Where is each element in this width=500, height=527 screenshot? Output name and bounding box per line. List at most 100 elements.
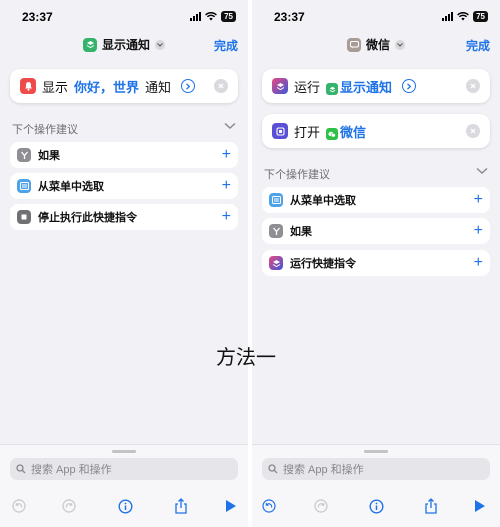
wechat-icon [326, 128, 339, 140]
chevron-down-icon [155, 39, 166, 50]
search-icon [16, 464, 26, 474]
search-placeholder: 搜索 App 和操作 [31, 464, 112, 476]
remove-action-icon[interactable] [466, 79, 480, 93]
add-icon[interactable]: + [474, 223, 483, 239]
chevron-down-icon[interactable] [476, 167, 488, 175]
if-icon [269, 224, 283, 238]
done-button[interactable]: 完成 [466, 37, 490, 54]
right-screenshot: 23:37 75 微信 完成 运行 显示通知 打开 微信 下个操作建议 从菜单中… [252, 0, 500, 527]
run-shortcut-action[interactable]: 运行 显示通知 [262, 69, 490, 103]
menu-icon [269, 193, 283, 207]
method-caption: 方法一 [216, 345, 276, 369]
add-icon[interactable]: + [474, 192, 483, 208]
expand-arrow-icon[interactable] [181, 79, 196, 93]
suggestion-label: 从菜单中选取 [38, 181, 104, 193]
notification-text-param[interactable]: 你好，世界 [74, 77, 139, 96]
nav-bar: 显示通知 完成 [0, 34, 248, 54]
nav-bar: 微信 完成 [252, 34, 500, 54]
stop-icon [17, 210, 31, 224]
action-search-sheet: 搜索 App 和操作 [252, 444, 500, 527]
left-screenshot: 23:37 75 显示通知 完成 显示 你好，世界 通知 下个操作建议 如果 +… [0, 0, 248, 527]
menu-icon [17, 179, 31, 193]
add-icon[interactable]: + [222, 178, 231, 194]
shortcut-param-label: 显示通知 [340, 79, 393, 95]
search-input[interactable]: 搜索 App 和操作 [262, 458, 490, 480]
action-search-sheet: 搜索 App 和操作 [0, 444, 248, 527]
redo-icon[interactable] [310, 495, 332, 517]
action-verb: 显示 [42, 79, 69, 95]
suggestion-stop-shortcut[interactable]: 停止执行此快捷指令 + [10, 204, 238, 230]
notification-app-icon [82, 37, 97, 52]
add-icon[interactable]: + [222, 147, 231, 163]
wechat-app-icon [346, 37, 361, 52]
info-icon[interactable] [365, 495, 387, 517]
open-app-icon [272, 123, 288, 139]
suggestion-label: 从菜单中选取 [290, 195, 356, 207]
notification-app-icon [326, 83, 339, 95]
remove-action-icon[interactable] [214, 79, 228, 93]
play-icon[interactable] [220, 495, 242, 517]
suggestions-header: 下个操作建议 [264, 166, 488, 182]
add-icon[interactable]: + [222, 209, 231, 225]
signal-icon [442, 12, 454, 21]
sheet-grabber[interactable] [364, 450, 388, 453]
sheet-grabber[interactable] [112, 450, 136, 453]
shortcuts-icon [269, 256, 283, 270]
status-icons: 75 [442, 11, 488, 22]
remove-action-icon[interactable] [466, 124, 480, 138]
search-placeholder: 搜索 App 和操作 [283, 464, 364, 476]
action-verb: 运行 [294, 79, 321, 95]
bottom-toolbar [0, 495, 248, 517]
status-bar: 23:37 75 [0, 10, 248, 24]
done-button[interactable]: 完成 [214, 37, 238, 54]
shortcut-title: 微信 [365, 38, 391, 52]
info-icon[interactable] [114, 495, 136, 517]
app-param-label: 微信 [340, 124, 367, 140]
suggestion-label: 运行快捷指令 [290, 258, 356, 270]
undo-icon[interactable] [8, 495, 30, 517]
battery-icon: 75 [473, 11, 488, 22]
action-verb: 打开 [294, 124, 321, 140]
redo-icon[interactable] [58, 495, 80, 517]
suggestion-if[interactable]: 如果 + [262, 218, 490, 244]
suggestion-choose-from-menu[interactable]: 从菜单中选取 + [262, 187, 490, 213]
expand-arrow-icon[interactable] [402, 79, 417, 93]
show-notification-action[interactable]: 显示 你好，世界 通知 [10, 69, 238, 103]
suggestions-header: 下个操作建议 [12, 121, 236, 137]
status-bar: 23:37 75 [252, 10, 500, 24]
play-icon[interactable] [469, 495, 491, 517]
undo-icon[interactable] [258, 495, 280, 517]
chevron-down-icon[interactable] [224, 122, 236, 130]
share-icon[interactable] [420, 495, 442, 517]
suggestion-label: 如果 [290, 226, 312, 238]
shortcut-title-menu[interactable]: 微信 [346, 36, 406, 53]
suggestions-header-label: 下个操作建议 [12, 124, 78, 136]
action-noun: 通知 [145, 79, 172, 95]
bottom-toolbar [252, 495, 500, 517]
status-time: 23:37 [274, 10, 305, 24]
suggestion-run-shortcut[interactable]: 运行快捷指令 + [262, 250, 490, 276]
notification-icon [20, 78, 36, 94]
battery-icon: 75 [221, 11, 236, 22]
status-icons: 75 [190, 11, 236, 22]
suggestion-label: 如果 [38, 150, 60, 162]
share-icon[interactable] [170, 495, 192, 517]
if-icon [17, 148, 31, 162]
status-time: 23:37 [22, 10, 53, 24]
signal-icon [190, 12, 202, 21]
shortcut-param[interactable]: 显示通知 [326, 77, 392, 96]
wifi-icon [457, 12, 469, 21]
search-input[interactable]: 搜索 App 和操作 [10, 458, 238, 480]
search-icon [268, 464, 278, 474]
shortcuts-icon [272, 78, 288, 94]
app-param[interactable]: 微信 [326, 122, 366, 141]
open-app-action[interactable]: 打开 微信 [262, 114, 490, 148]
wifi-icon [205, 12, 217, 21]
suggestion-if[interactable]: 如果 + [10, 142, 238, 168]
suggestion-choose-from-menu[interactable]: 从菜单中选取 + [10, 173, 238, 199]
shortcut-title-menu[interactable]: 显示通知 [82, 36, 166, 53]
shortcut-title: 显示通知 [101, 38, 151, 52]
suggestions-header-label: 下个操作建议 [264, 169, 330, 181]
add-icon[interactable]: + [474, 255, 483, 271]
suggestion-label: 停止执行此快捷指令 [38, 212, 137, 224]
